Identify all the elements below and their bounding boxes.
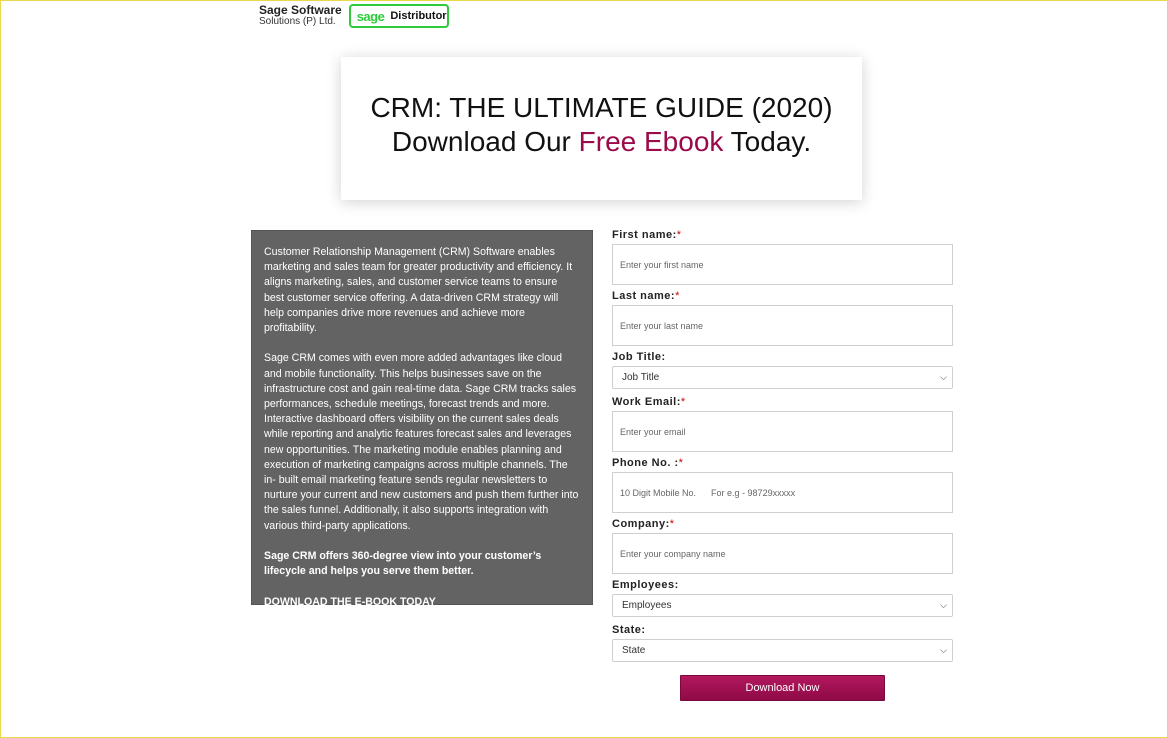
first-name-input[interactable] xyxy=(612,244,953,285)
required-marker: * xyxy=(676,229,682,241)
brand-text: Sage Software Solutions (P) Ltd. xyxy=(259,4,342,27)
required-marker: * xyxy=(680,396,686,408)
employees-label: Employees: xyxy=(612,579,679,591)
state-select[interactable]: State ⌵ xyxy=(612,639,953,662)
first-name-label: First name:* xyxy=(612,228,953,244)
chevron-down-icon: ⌵ xyxy=(940,600,947,610)
chevron-down-icon: ⌵ xyxy=(940,372,947,382)
info-paragraph-highlight: Sage CRM offers 360-degree view into you… xyxy=(264,550,542,578)
job-title-label: Job Title: xyxy=(612,351,666,363)
required-marker: * xyxy=(678,457,684,469)
distributor-label: Distributor xyxy=(390,10,447,22)
state-label: State: xyxy=(612,624,646,636)
hero-subtitle: Download Our Free Ebook Today. xyxy=(341,125,862,159)
last-name-label: Last name:* xyxy=(612,289,953,305)
phone-input[interactable] xyxy=(612,472,953,513)
info-paragraph-intro: Customer Relationship Management (CRM) S… xyxy=(264,246,573,335)
info-panel: Customer Relationship Management (CRM) S… xyxy=(251,230,593,608)
hero-subtitle-suffix: Today. xyxy=(723,126,812,157)
required-marker: * xyxy=(675,290,680,302)
info-cta-text: DOWNLOAD THE E-BOOK TODAY xyxy=(264,595,436,608)
work-email-label: Work Email:* xyxy=(612,395,953,411)
brand-subtitle: Solutions (P) Ltd. xyxy=(259,16,336,27)
brand-name: Sage Software xyxy=(259,3,342,17)
last-name-label-text: Last name: xyxy=(612,290,676,302)
chevron-down-icon: ⌵ xyxy=(940,645,947,655)
company-label: Company:* xyxy=(612,517,953,533)
phone-label-text: Phone No. : xyxy=(612,457,679,469)
work-email-label-text: Work Email: xyxy=(612,396,681,408)
company-label-text: Company: xyxy=(612,518,670,530)
first-name-label-text: First name: xyxy=(612,229,677,241)
last-name-input[interactable] xyxy=(612,305,953,346)
hero-title: CRM: THE ULTIMATE GUIDE (2020) xyxy=(370,92,833,123)
work-email-input[interactable] xyxy=(612,411,953,452)
info-paragraph-features: Sage CRM comes with even more added adva… xyxy=(264,352,579,532)
brand-logo[interactable]: Sage Software Solutions (P) Ltd. sage Di… xyxy=(259,4,449,28)
state-select-value: State xyxy=(622,645,646,656)
hero-subtitle-accent: Free Ebook xyxy=(578,126,724,157)
download-now-button[interactable]: Download Now xyxy=(680,675,885,701)
phone-label: Phone No. :* xyxy=(612,456,953,472)
distributor-badge: sage Distributor xyxy=(348,4,449,28)
download-form: First name:* Last name:* Job Title: Job … xyxy=(612,228,953,668)
sage-logo-icon: sage xyxy=(356,8,385,24)
required-marker: * xyxy=(669,518,675,530)
job-title-select[interactable]: Job Title ⌵ xyxy=(612,366,953,389)
hero-subtitle-prefix: Download Our xyxy=(391,126,579,157)
job-title-select-value: Job Title xyxy=(622,372,660,383)
employees-select[interactable]: Employees ⌵ xyxy=(612,594,953,617)
hero-banner: CRM: THE ULTIMATE GUIDE (2020) Download … xyxy=(341,57,862,200)
employees-select-value: Employees xyxy=(622,600,672,611)
company-input[interactable] xyxy=(612,533,953,574)
